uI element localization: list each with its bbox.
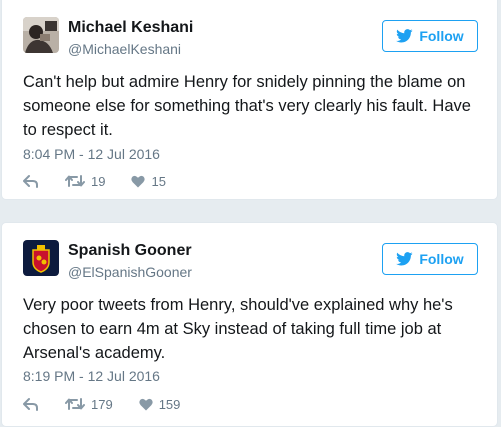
tweet-timestamp[interactable]: 8:04 PM - 12 Jul 2016: [23, 146, 160, 162]
retweet-icon: [65, 174, 85, 188]
heart-icon: [139, 398, 153, 411]
tweet-text: Can't help but admire Henry for snidely …: [23, 73, 471, 139]
like-count: 15: [151, 173, 166, 189]
retweet-button[interactable]: 179: [65, 397, 113, 412]
avatar[interactable]: [23, 240, 59, 276]
follow-button[interactable]: Follow: [382, 243, 478, 275]
twitter-bird-icon: [396, 252, 413, 266]
tweet-card: Michael Keshani @MichaelKeshani Follow C…: [1, 0, 498, 200]
reply-icon: [23, 174, 39, 188]
author-handle[interactable]: @ElSpanishGooner: [68, 264, 192, 280]
author-name[interactable]: Michael Keshani: [68, 19, 193, 37]
retweet-count: 179: [91, 396, 113, 412]
retweet-button[interactable]: 19: [65, 174, 105, 189]
tweet-actions: 179 159: [23, 395, 206, 413]
author-handle[interactable]: @MichaelKeshani: [68, 41, 181, 57]
retweet-icon: [65, 397, 85, 411]
like-button[interactable]: 15: [131, 173, 166, 189]
avatar[interactable]: [23, 17, 59, 53]
follow-label: Follow: [419, 28, 464, 44]
reply-button[interactable]: [23, 174, 39, 188]
follow-button[interactable]: Follow: [382, 20, 478, 52]
reply-button[interactable]: [23, 397, 39, 411]
tweet-actions: 19 15: [23, 172, 192, 190]
heart-icon: [131, 175, 146, 188]
twitter-bird-icon: [396, 29, 413, 43]
tweet-timestamp[interactable]: 8:19 PM - 12 Jul 2016: [23, 368, 160, 384]
follow-label: Follow: [419, 251, 464, 267]
tweet-card: Spanish Gooner @ElSpanishGooner Follow V…: [1, 222, 498, 427]
like-button[interactable]: 159: [139, 396, 181, 412]
reply-icon: [23, 397, 39, 411]
like-count: 159: [158, 396, 181, 412]
tweet-text: Very poor tweets from Henry, should've e…: [23, 296, 453, 362]
retweet-count: 19: [91, 173, 106, 189]
author-name[interactable]: Spanish Gooner: [68, 242, 192, 260]
